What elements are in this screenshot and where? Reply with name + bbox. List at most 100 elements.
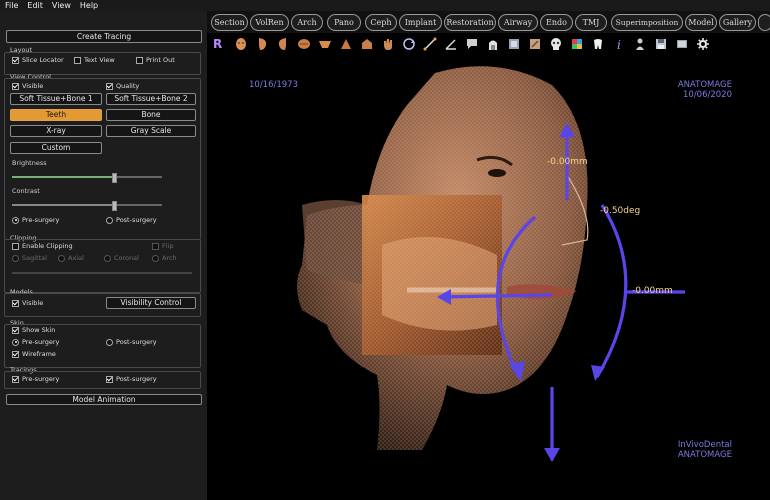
radio-icon (12, 216, 19, 224)
tab-tmj[interactable]: TMJ (575, 14, 607, 31)
gizmo-down-arrowhead (544, 448, 560, 462)
tab-section[interactable]: Section (211, 14, 248, 31)
face-front-view-icon[interactable] (234, 37, 248, 51)
annotation-icon[interactable] (465, 37, 479, 51)
info-icon[interactable]: i (612, 37, 626, 51)
show-skin-checkbox[interactable]: Show Skin (12, 326, 55, 334)
face-top-view-icon[interactable] (297, 37, 311, 51)
wireframe-mesh (297, 66, 588, 450)
person-rotate-icon[interactable] (633, 37, 647, 51)
checkbox-icon (12, 82, 19, 90)
tab-arch[interactable]: Arch (291, 14, 323, 31)
checkbox-icon (12, 326, 19, 334)
airway-volume-icon[interactable] (486, 37, 500, 51)
rotate-icon[interactable] (402, 37, 416, 51)
text-view-checkbox[interactable]: Text View (74, 56, 115, 64)
brightness-slider-thumb[interactable] (112, 173, 117, 183)
menu-help[interactable]: Help (80, 1, 98, 10)
skull-render-icon[interactable] (549, 37, 563, 51)
gear-icon[interactable] (696, 37, 710, 51)
reset-view-icon[interactable]: R (213, 37, 227, 51)
tab-airway[interactable]: Airway (498, 14, 538, 31)
face-right-view-icon[interactable] (255, 37, 269, 51)
measure-distance-icon[interactable] (423, 37, 437, 51)
preset-gray-scale-button[interactable]: Gray Scale (106, 125, 196, 137)
menu-edit[interactable]: Edit (27, 1, 43, 10)
tab-gallery[interactable]: Gallery (719, 14, 756, 31)
tracings-pre-surgery-checkbox[interactable]: Pre-surgery (12, 375, 59, 383)
save-icon[interactable] (654, 37, 668, 51)
preset-x-ray-button[interactable]: X-ray (10, 125, 102, 137)
face-oblique-view-icon[interactable] (339, 37, 353, 51)
face-bottom-view-icon[interactable] (318, 37, 332, 51)
preset-teeth-button[interactable]: Teeth (10, 109, 102, 121)
tab-pano[interactable]: Pano (327, 14, 361, 31)
contrast-label: Contrast (12, 187, 40, 195)
tab-restoration[interactable]: Restoration (444, 14, 496, 31)
checkbox-icon (74, 56, 81, 64)
gizmo-arc-arrowhead-right (591, 365, 605, 381)
tab-implant[interactable]: Implant (399, 14, 442, 31)
coronal-radio[interactable]: Coronal (104, 254, 139, 262)
quality-checkbox[interactable]: Quality (106, 82, 139, 90)
tooth-model-icon[interactable] (591, 37, 605, 51)
tracings-post-surgery-checkbox[interactable]: Post-surgery (106, 375, 157, 383)
models-visible-checkbox[interactable]: Visible (12, 299, 43, 307)
contrast-slider-thumb[interactable] (112, 201, 117, 211)
checkbox-icon (106, 375, 113, 383)
clipping-slider[interactable] (12, 272, 192, 274)
radio-icon (12, 338, 19, 346)
contrast-slider[interactable] (12, 201, 162, 211)
tab-overflow-button[interactable] (758, 14, 770, 31)
gizmo-left-arrow[interactable] (438, 293, 553, 299)
preset-soft-tissue-bone-2-button[interactable]: Soft Tissue+Bone 2 (106, 93, 196, 105)
capture-screen-icon[interactable] (675, 37, 689, 51)
preset-bone-button[interactable]: Bone (106, 109, 196, 121)
pan-hand-icon[interactable] (381, 37, 395, 51)
create-tracing-button[interactable]: Create Tracing (6, 30, 202, 43)
tab-model[interactable]: Model (685, 14, 717, 31)
tool-bar: R i (207, 33, 770, 55)
sagittal-radio[interactable]: Sagittal (12, 254, 47, 262)
enable-clipping-checkbox[interactable]: Enable Clipping (12, 242, 73, 250)
visible-checkbox[interactable]: Visible (12, 82, 43, 90)
model-animation-button[interactable]: Model Animation (6, 394, 202, 405)
flip-checkbox[interactable]: Flip (152, 242, 173, 250)
brand-label-top: ANATOMAGE (677, 80, 732, 90)
tab-volren[interactable]: VolRen (250, 14, 289, 31)
view-pre-surgery-radio[interactable]: Pre-surgery (12, 216, 59, 224)
preset-custom-button[interactable]: Custom (10, 142, 102, 154)
checkbox-icon (12, 56, 19, 64)
face-left-view-icon[interactable] (276, 37, 290, 51)
volume-render-icon[interactable] (507, 37, 521, 51)
menu-view[interactable]: View (52, 1, 71, 10)
gizmo-rotation-arc-right[interactable] (595, 204, 628, 378)
skin-post-surgery-radio[interactable]: Post-surgery (106, 338, 157, 346)
tab-endo[interactable]: Endo (540, 14, 573, 31)
print-out-checkbox[interactable]: Print Out (136, 56, 175, 64)
preset-soft-tissue-bone-1-button[interactable]: Soft Tissue+Bone 1 (10, 93, 102, 105)
view-post-surgery-radio[interactable]: Post-surgery (106, 216, 157, 224)
face-back-view-icon[interactable] (360, 37, 374, 51)
radio-icon (12, 254, 19, 262)
patient-birth-date: 10/16/1973 (249, 80, 298, 90)
measure-angle-icon[interactable] (444, 37, 458, 51)
tab-superimposition[interactable]: Superimposition (611, 14, 683, 31)
brightness-slider[interactable] (12, 173, 162, 183)
radio-icon (152, 254, 159, 262)
skin-pre-surgery-radio[interactable]: Pre-surgery (12, 338, 59, 346)
bone-render-icon[interactable] (528, 37, 542, 51)
checkbox-icon (12, 375, 19, 383)
arch-radio[interactable]: Arch (152, 254, 177, 262)
3d-viewport[interactable]: 10/16/1973 ANATOMAGE 10/06/2020 InVivoDe… (207, 55, 770, 500)
slice-locator-checkbox[interactable]: Slice Locator (12, 56, 64, 64)
wireframe-checkbox[interactable]: Wireframe (12, 350, 56, 358)
color-render-icon[interactable] (570, 37, 584, 51)
tab-ceph[interactable]: Ceph (365, 14, 397, 31)
axial-radio[interactable]: Axial (58, 254, 84, 262)
left-panel: Create Tracing Layout Slice Locator Text… (0, 11, 207, 500)
menu-file[interactable]: File (5, 1, 18, 10)
radio-icon (104, 254, 111, 262)
checkbox-icon (12, 299, 19, 307)
visibility-control-button[interactable]: Visibility Control (106, 297, 196, 309)
